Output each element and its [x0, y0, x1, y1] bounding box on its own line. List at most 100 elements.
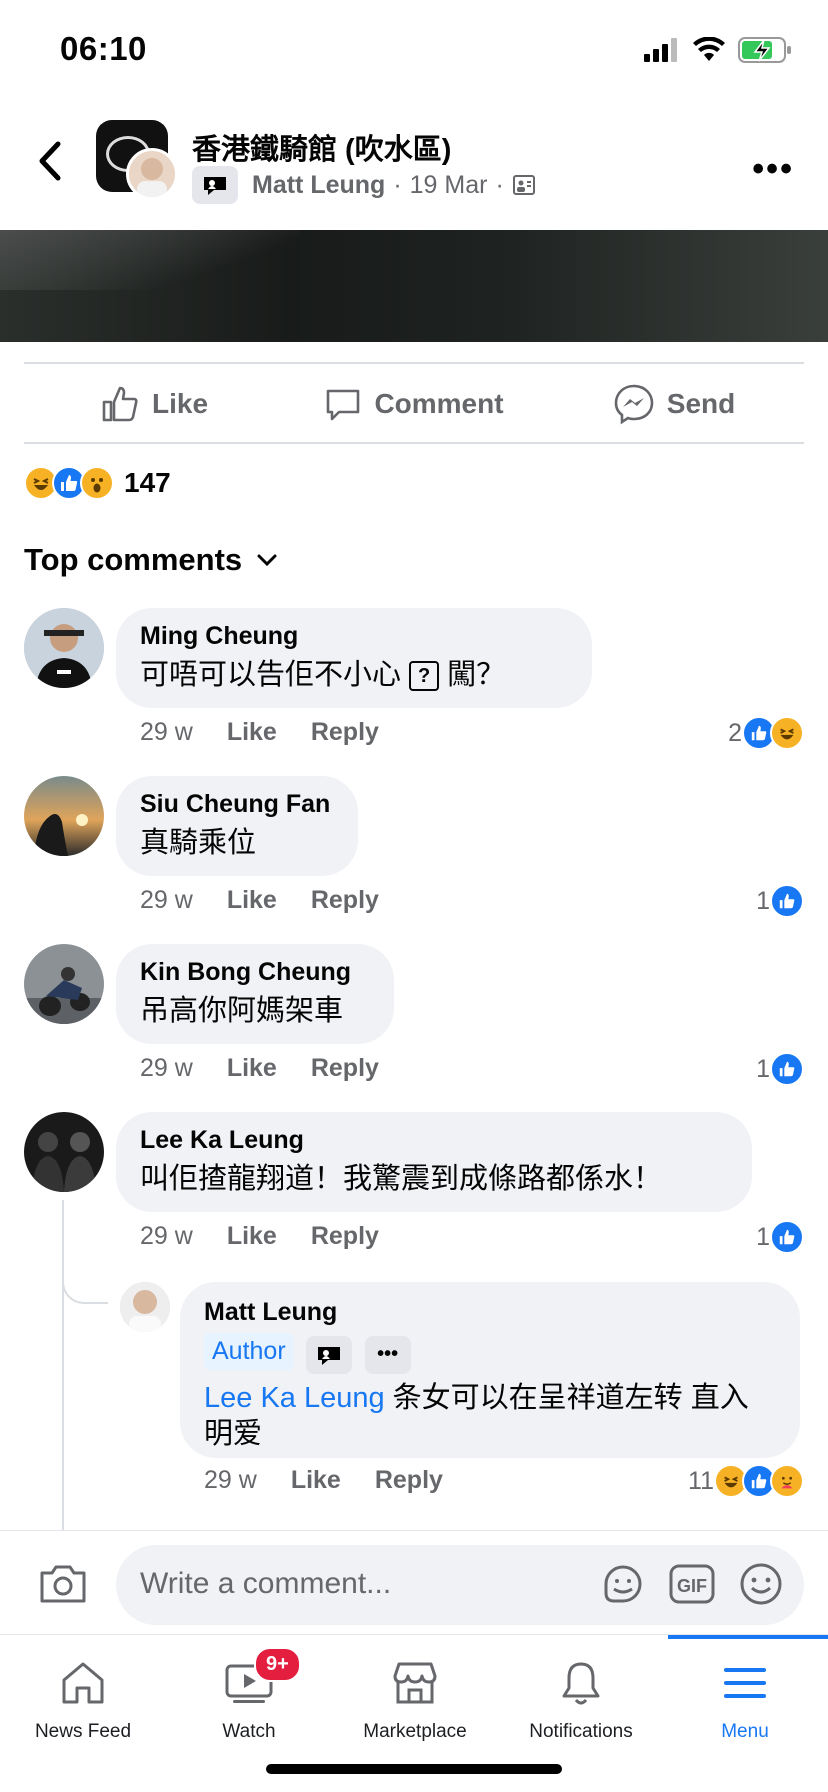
reactions-summary[interactable]: 147	[24, 466, 171, 500]
nav-news-feed[interactable]: News Feed	[0, 1653, 166, 1743]
comment-icon	[327, 389, 360, 421]
comment-like-button[interactable]: Like	[227, 1054, 277, 1083]
unknown-glyph-icon: ?	[409, 661, 440, 692]
comment-like-button[interactable]: Like	[227, 1222, 277, 1251]
comment-time[interactable]: 29 w	[140, 718, 193, 747]
like-reaction-icon	[770, 884, 804, 918]
comment-reactions[interactable]: 1	[756, 1052, 804, 1086]
comment-reactions[interactable]: 2	[728, 716, 804, 750]
reply-like-button[interactable]: Like	[291, 1466, 341, 1495]
commenter-avatar[interactable]	[24, 1112, 104, 1192]
comment-reactions[interactable]: 1	[756, 1220, 804, 1254]
comment-like-button[interactable]: Like	[227, 886, 277, 915]
care-reaction-icon	[770, 1464, 804, 1498]
haha-reaction-icon	[770, 716, 804, 750]
thumbs-up-icon	[102, 386, 138, 422]
comment-bubble[interactable]: Kin Bong Cheung 吊高你阿媽架車	[116, 944, 394, 1044]
comment-item: Siu Cheung Fan 真騎乘位 29 w Like Reply 1	[24, 776, 804, 926]
comment-item: Kin Bong Cheung 吊高你阿媽架車 29 w Like Reply …	[24, 944, 804, 1094]
reply-author-name[interactable]: Matt Leung	[204, 1298, 776, 1327]
post-subline: Matt Leung · 19 Mar ·	[192, 166, 536, 204]
gif-icon[interactable]: GIF	[668, 1563, 716, 1605]
reply-bubble[interactable]: Matt Leung Author ••• Lee Ka Leung 条女可以在…	[180, 1282, 800, 1458]
comment-sort-dropdown[interactable]: Top comments	[24, 542, 278, 578]
messenger-icon	[614, 384, 654, 425]
svg-text:GIF: GIF	[677, 1576, 707, 1596]
author-avatar[interactable]	[126, 148, 178, 200]
commenter-name[interactable]: Ming Cheung	[140, 622, 568, 651]
comment-button[interactable]: Comment	[284, 364, 544, 444]
comment-meta: 29 w Like Reply	[140, 886, 379, 915]
comment-input[interactable]: Write a comment... GIF	[116, 1545, 804, 1625]
sticker-icon[interactable]	[600, 1561, 646, 1607]
comment-bubble[interactable]: Lee Ka Leung 叫佢揸龍翔道！我驚震到成條路都係水！	[116, 1112, 752, 1212]
reply-time[interactable]: 29 w	[204, 1466, 257, 1495]
send-button[interactable]: Send	[544, 364, 804, 444]
group-privacy-icon	[512, 175, 535, 195]
post-date[interactable]: 19 Mar	[410, 171, 488, 200]
mention-link[interactable]: Lee Ka Leung	[204, 1382, 385, 1414]
commenter-name[interactable]: Lee Ka Leung	[140, 1126, 728, 1155]
comment-composer: Write a comment... GIF	[0, 1530, 828, 1634]
composer-icons: GIF	[600, 1561, 784, 1607]
camera-icon[interactable]	[38, 1561, 88, 1605]
reaction-count: 147	[124, 467, 171, 498]
comment-meta: 29 w Like Reply	[140, 1054, 379, 1083]
home-indicator	[266, 1764, 562, 1774]
comment-text: 叫佢揸龍翔道！我驚震到成條路都係水！	[140, 1163, 663, 1195]
nav-menu[interactable]: Menu	[662, 1653, 828, 1743]
comment-item: Lee Ka Leung 叫佢揸龍翔道！我驚震到成條路都係水！ 29 w Lik…	[24, 1112, 804, 1262]
back-arrow-icon[interactable]	[30, 136, 70, 186]
group-badge-icon	[306, 1335, 353, 1374]
status-time: 06:10	[60, 30, 147, 67]
nav-notifications[interactable]: Notifications	[498, 1653, 664, 1743]
comment-reply-button[interactable]: Reply	[311, 1222, 379, 1251]
more-badges-icon[interactable]: •••	[364, 1335, 411, 1374]
reply-reply-button[interactable]: Reply	[375, 1466, 443, 1495]
commenter-name[interactable]: Kin Bong Cheung	[140, 958, 370, 987]
comment-reply-button[interactable]: Reply	[311, 1054, 379, 1083]
like-reaction-icon	[770, 1052, 804, 1086]
hamburger-menu-icon	[724, 1668, 766, 1698]
comment-time[interactable]: 29 w	[140, 886, 193, 915]
comment-reply-button[interactable]: Reply	[311, 718, 379, 747]
more-options-icon[interactable]: •••	[752, 150, 794, 189]
commenter-name[interactable]: Siu Cheung Fan	[140, 790, 334, 819]
group-name[interactable]: 香港鐵騎館 (吹水區)	[192, 126, 451, 168]
comment-time[interactable]: 29 w	[140, 1222, 193, 1251]
comment-time[interactable]: 29 w	[140, 1054, 193, 1083]
comment-reactions[interactable]: 1	[756, 884, 804, 918]
post-author[interactable]: Matt Leung	[252, 171, 385, 200]
like-button[interactable]: Like	[24, 364, 284, 444]
comment-meta: 29 w Like Reply	[140, 718, 379, 747]
comment-bubble[interactable]: Siu Cheung Fan 真騎乘位	[116, 776, 358, 876]
reply-thread-connector	[62, 1250, 108, 1304]
divider	[24, 442, 804, 444]
comment-item: Ming Cheung 可唔可以告佢不小心 ? 闖？ 29 w Like Rep…	[24, 608, 804, 758]
comment-bubble[interactable]: Ming Cheung 可唔可以告佢不小心 ? 闖？	[116, 608, 592, 708]
home-icon	[62, 1662, 104, 1704]
post-header: 香港鐵騎館 (吹水區) Matt Leung · 19 Mar · •••	[0, 110, 828, 220]
marketplace-icon	[393, 1662, 437, 1704]
commenter-avatar[interactable]	[24, 944, 104, 1024]
reply-reactions[interactable]: 11	[688, 1464, 804, 1498]
reply-badges: Author •••	[204, 1333, 776, 1374]
commenter-avatar[interactable]	[24, 776, 104, 856]
nav-marketplace[interactable]: Marketplace	[332, 1653, 498, 1743]
signal-icon	[644, 38, 677, 62]
reply-author-avatar[interactable]	[120, 1282, 170, 1332]
comment-reply-button[interactable]: Reply	[311, 886, 379, 915]
reply-meta: 29 w Like Reply	[204, 1466, 443, 1495]
comment-text: 真騎乘位	[140, 827, 257, 859]
post-media[interactable]	[0, 230, 828, 342]
author-badge: Author	[204, 1333, 294, 1370]
comment-like-button[interactable]: Like	[227, 718, 277, 747]
wifi-icon	[693, 37, 725, 61]
emoji-icon[interactable]	[738, 1561, 784, 1607]
nav-watch[interactable]: 9+ Watch	[166, 1647, 332, 1743]
commenter-avatar[interactable]	[24, 608, 104, 688]
post-actions: Like Comment Send	[24, 364, 804, 444]
battery-charging-icon	[738, 37, 791, 63]
like-reaction-icon	[770, 1220, 804, 1254]
wow-reaction-icon	[80, 466, 114, 500]
